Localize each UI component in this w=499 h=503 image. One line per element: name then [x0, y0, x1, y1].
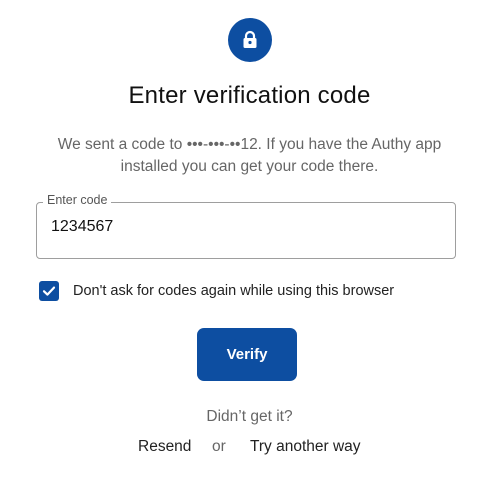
- subtitle: We sent a code to •••-•••-••12. If you h…: [40, 134, 459, 178]
- remember-checkbox[interactable]: [39, 281, 59, 301]
- try-another-way-link[interactable]: Try another way: [250, 438, 361, 456]
- checkmark-icon: [42, 286, 56, 296]
- code-field-label: Enter code: [43, 193, 112, 207]
- lock-icon: [228, 18, 272, 62]
- subtitle-line-2: installed you can get your code there.: [120, 158, 379, 175]
- remember-label: Don't ask for codes again while using th…: [73, 283, 395, 299]
- resend-link[interactable]: Resend: [138, 438, 191, 456]
- code-field[interactable]: Enter code: [36, 193, 456, 259]
- subtitle-line-1: We sent a code to •••-•••-••12. If you h…: [57, 136, 442, 153]
- code-input[interactable]: [51, 218, 431, 236]
- page-title: Enter verification code: [128, 82, 371, 109]
- lock-glyph: [243, 30, 257, 48]
- or-separator: or: [212, 438, 226, 455]
- didnt-get-it-text: Didn’t get it?: [206, 408, 293, 425]
- remember-browser-row[interactable]: Don't ask for codes again while using th…: [39, 281, 394, 301]
- verify-button[interactable]: Verify: [197, 328, 297, 381]
